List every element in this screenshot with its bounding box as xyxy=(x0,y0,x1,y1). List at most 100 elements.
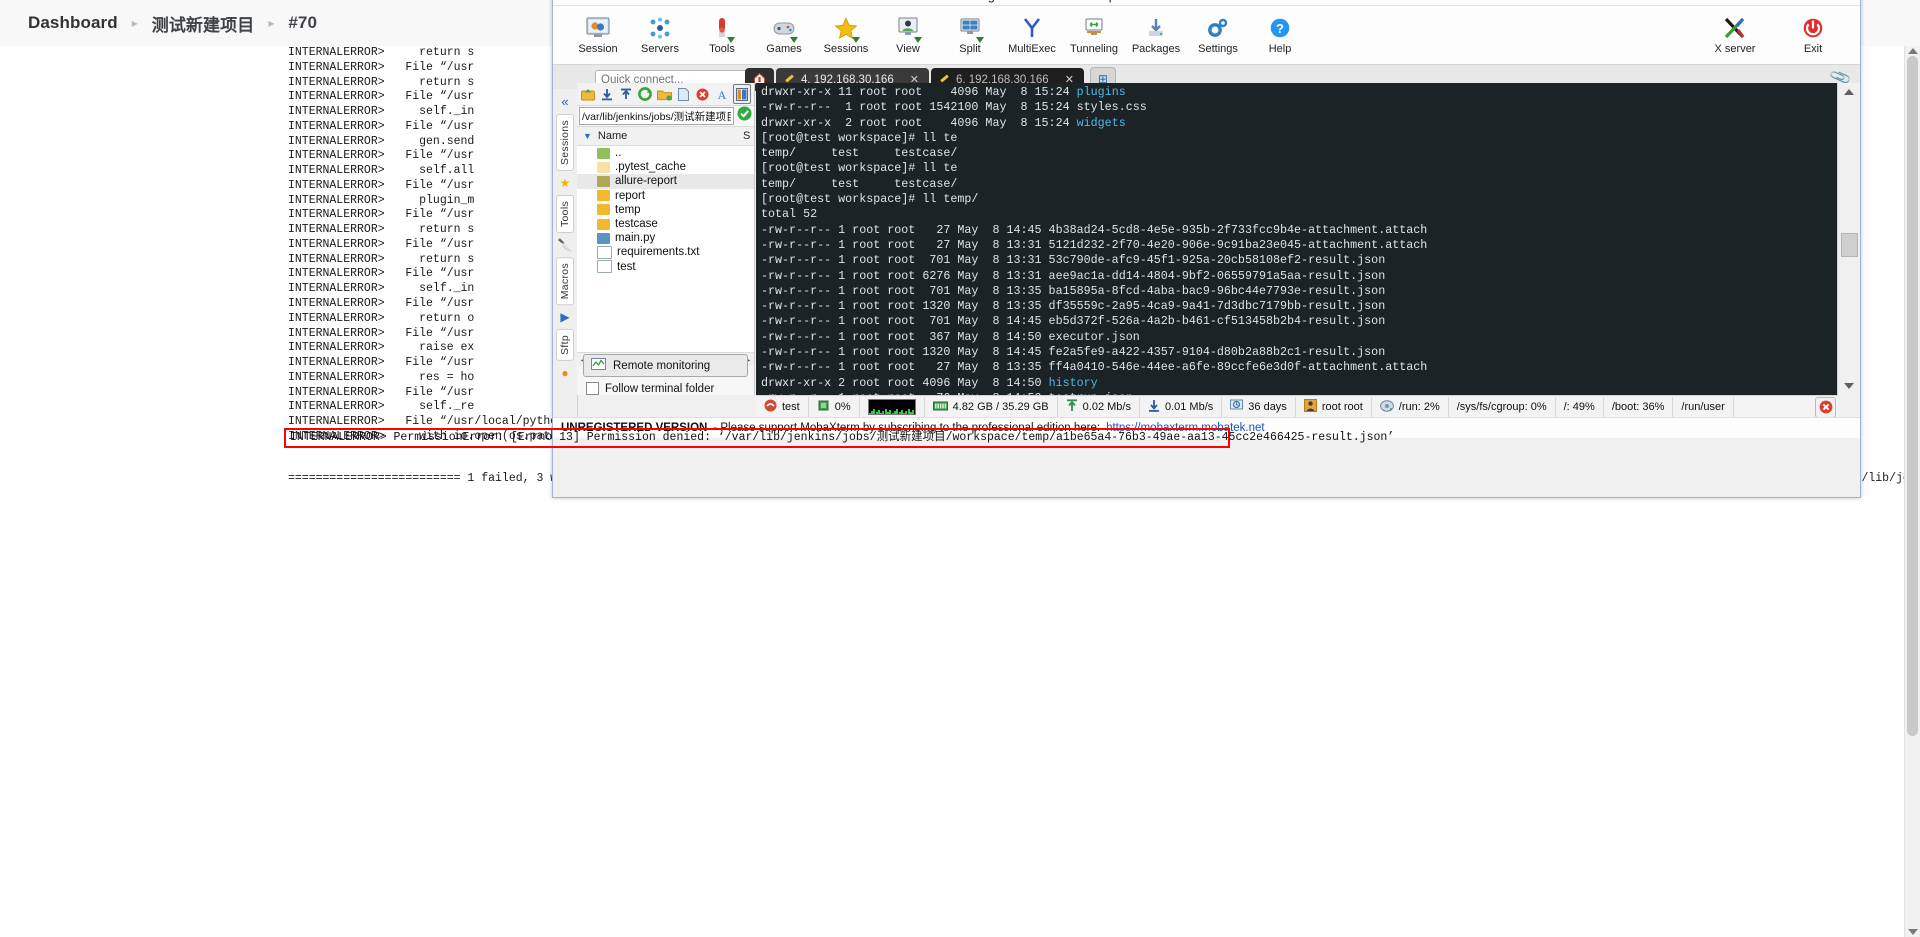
status-cell[interactable] xyxy=(860,397,925,417)
rail-globe-icon[interactable]: ● xyxy=(561,365,568,381)
rail-play-icon[interactable]: ▶ xyxy=(560,309,569,325)
breadcrumb-build-number[interactable]: #70 xyxy=(288,13,317,33)
toolbar-exit-button[interactable]: Exit xyxy=(1782,16,1844,55)
status-cell[interactable]: /: 49% xyxy=(1556,397,1604,417)
scroll-down-arrow-icon[interactable] xyxy=(1908,929,1918,935)
status-close-button[interactable] xyxy=(1815,396,1836,418)
terminal-line: temp/ test testcase/ xyxy=(761,176,958,191)
rail-sftp-tab[interactable]: Sftp xyxy=(556,329,574,362)
toolbar-xserver-label: X server xyxy=(1714,42,1756,55)
status-cell[interactable]: /sys/fs/cgroup: 0% xyxy=(1449,397,1556,417)
file-browser-item[interactable]: requirements.txt xyxy=(577,245,754,259)
toolbar-view-label: View xyxy=(896,42,920,55)
status-cell[interactable]: /run: 2% xyxy=(1372,397,1449,417)
left-sidebar-rail: « Sessions ★ Tools 🔪 Macros ▶ Sftp ● xyxy=(553,89,578,437)
file-browser-name-column[interactable]: ▼ Name xyxy=(577,130,639,142)
file-browser-item[interactable]: testcase xyxy=(577,217,754,231)
status-cell[interactable]: 4.82 GB / 35.29 GB xyxy=(925,397,1058,417)
rail-star-icon[interactable]: ★ xyxy=(560,175,571,191)
mobaxterm-window: Terminal Sessions View X server Tools Ga… xyxy=(552,0,1861,498)
menu-settings[interactable]: Settings xyxy=(956,0,1001,5)
toolbar-split-button[interactable]: Split xyxy=(939,16,1001,55)
menu-macros[interactable]: Macros xyxy=(1025,0,1066,5)
rail-sessions-tab[interactable]: Sessions xyxy=(556,114,574,172)
file-browser-path-input[interactable] xyxy=(579,107,734,125)
terminal-directory-name: plugins xyxy=(1076,85,1126,99)
breadcrumb-project[interactable]: 测试新建项目 xyxy=(152,11,255,36)
terminal-line: -rw-r--r-- 1 root root 701 May 8 13:31 5… xyxy=(761,253,1386,268)
upload-icon[interactable] xyxy=(618,85,634,103)
toolbar-multiexec-button[interactable]: MultiExec xyxy=(1001,16,1063,55)
terminal-scrollbar[interactable] xyxy=(1837,83,1860,395)
toolbar-help-button[interactable]: ? Help xyxy=(1249,16,1311,55)
file-browser-item[interactable]: test xyxy=(577,260,754,274)
download-icon[interactable] xyxy=(599,85,615,103)
menu-sessions[interactable]: Sessions xyxy=(642,0,693,5)
tools-icon xyxy=(711,16,735,43)
follow-terminal-folder-checkbox[interactable]: Follow terminal folder xyxy=(583,382,748,395)
toolbar-sessions-button[interactable]: Sessions xyxy=(815,16,877,55)
rail-tools-tab[interactable]: Tools xyxy=(556,195,574,234)
text-mode-icon[interactable]: A xyxy=(714,85,730,103)
scroll-up-arrow-icon[interactable] xyxy=(1908,48,1918,54)
status-cell[interactable]: 0.01 Mb/s xyxy=(1140,397,1223,417)
toolbar-xserver-button[interactable]: X server xyxy=(1704,16,1766,55)
file-browser-item[interactable]: .. xyxy=(577,146,754,160)
file-type-icon xyxy=(597,232,610,244)
menu-help[interactable]: Help xyxy=(1090,0,1116,5)
breadcrumb-dashboard[interactable]: Dashboard xyxy=(28,13,118,33)
rail-knife-icon[interactable]: 🔪 xyxy=(558,237,573,253)
terminal-scroll-thumb[interactable] xyxy=(1841,233,1858,257)
file-browser-item[interactable]: main.py xyxy=(577,231,754,245)
menu-terminal[interactable]: Terminal xyxy=(571,0,618,5)
go-up-icon[interactable] xyxy=(580,85,596,103)
terminal-line: temp/ test testcase/ xyxy=(761,146,958,161)
new-file-icon[interactable] xyxy=(676,85,692,103)
status-cell[interactable]: test xyxy=(756,397,809,417)
toolbar-view-button[interactable]: View xyxy=(877,16,939,55)
path-ok-icon[interactable] xyxy=(737,106,752,126)
status-cell[interactable]: 0% xyxy=(809,397,860,417)
file-browser-item[interactable]: allure-report xyxy=(577,174,754,189)
page-scrollbar[interactable] xyxy=(1904,46,1920,937)
file-browser-item[interactable]: .pytest_cache xyxy=(577,160,754,174)
follow-terminal-folder-label: Follow terminal folder xyxy=(605,382,715,395)
sftp-file-browser: A ▼ Name S ...pytest_cacheallure-reportr… xyxy=(577,83,755,395)
terminal-line: total 52 xyxy=(761,207,818,222)
menu-x-server[interactable]: X server xyxy=(768,0,815,5)
toolbar-session-label: Session xyxy=(578,42,618,55)
terminal-line: -rw-r--r-- 1 root root 1542100 May 8 15:… xyxy=(761,100,1147,115)
toolbar-tunneling-button[interactable]: Tunneling xyxy=(1063,16,1125,55)
new-folder-icon[interactable] xyxy=(656,85,672,103)
panel-view-icon[interactable] xyxy=(732,84,751,104)
file-browser-item[interactable]: report xyxy=(577,189,754,203)
rail-macros-tab[interactable]: Macros xyxy=(556,257,574,306)
file-type-icon xyxy=(597,161,610,173)
toolbar-tools-button[interactable]: Tools xyxy=(691,16,753,55)
delete-icon[interactable] xyxy=(695,85,711,103)
collapse-sidebar-icon[interactable]: « xyxy=(561,93,568,110)
status-cell[interactable]: /boot: 36% xyxy=(1604,397,1674,417)
file-browser-list[interactable]: .. .pytest_cache allure-report report temp te… xyxy=(577,146,754,352)
file-browser-item-label: requirements.txt xyxy=(617,246,700,259)
file-browser-item[interactable]: temp xyxy=(577,203,754,217)
toolbar-split-label: Split xyxy=(959,42,981,55)
toolbar-games-button[interactable]: Games xyxy=(753,16,815,55)
menu-tools[interactable]: Tools xyxy=(838,0,867,5)
toolbar-servers-button[interactable]: Servers xyxy=(629,16,691,55)
toolbar-session-button[interactable]: Session xyxy=(567,16,629,55)
status-cell[interactable]: /run/user xyxy=(1673,397,1734,417)
remote-monitoring-button[interactable]: Remote monitoring xyxy=(583,354,748,377)
terminal-panel[interactable]: drwxr-xr-x 11 root root 4096 May 8 15:24… xyxy=(756,83,1838,395)
toolbar-settings-button[interactable]: Settings xyxy=(1187,16,1249,55)
refresh-icon[interactable] xyxy=(637,85,653,103)
menu-view[interactable]: View xyxy=(717,0,744,5)
terminal-scroll-up-icon[interactable] xyxy=(1844,89,1854,95)
scrollbar-thumb[interactable] xyxy=(1907,56,1918,736)
menu-games[interactable]: Games xyxy=(892,0,932,5)
status-cell[interactable]: 0.02 Mb/s xyxy=(1058,397,1140,417)
status-cell[interactable]: 36 days xyxy=(1222,397,1296,417)
terminal-scroll-down-icon[interactable] xyxy=(1844,383,1854,389)
toolbar-packages-button[interactable]: Packages xyxy=(1125,16,1187,55)
status-cell[interactable]: root root xyxy=(1296,397,1372,417)
